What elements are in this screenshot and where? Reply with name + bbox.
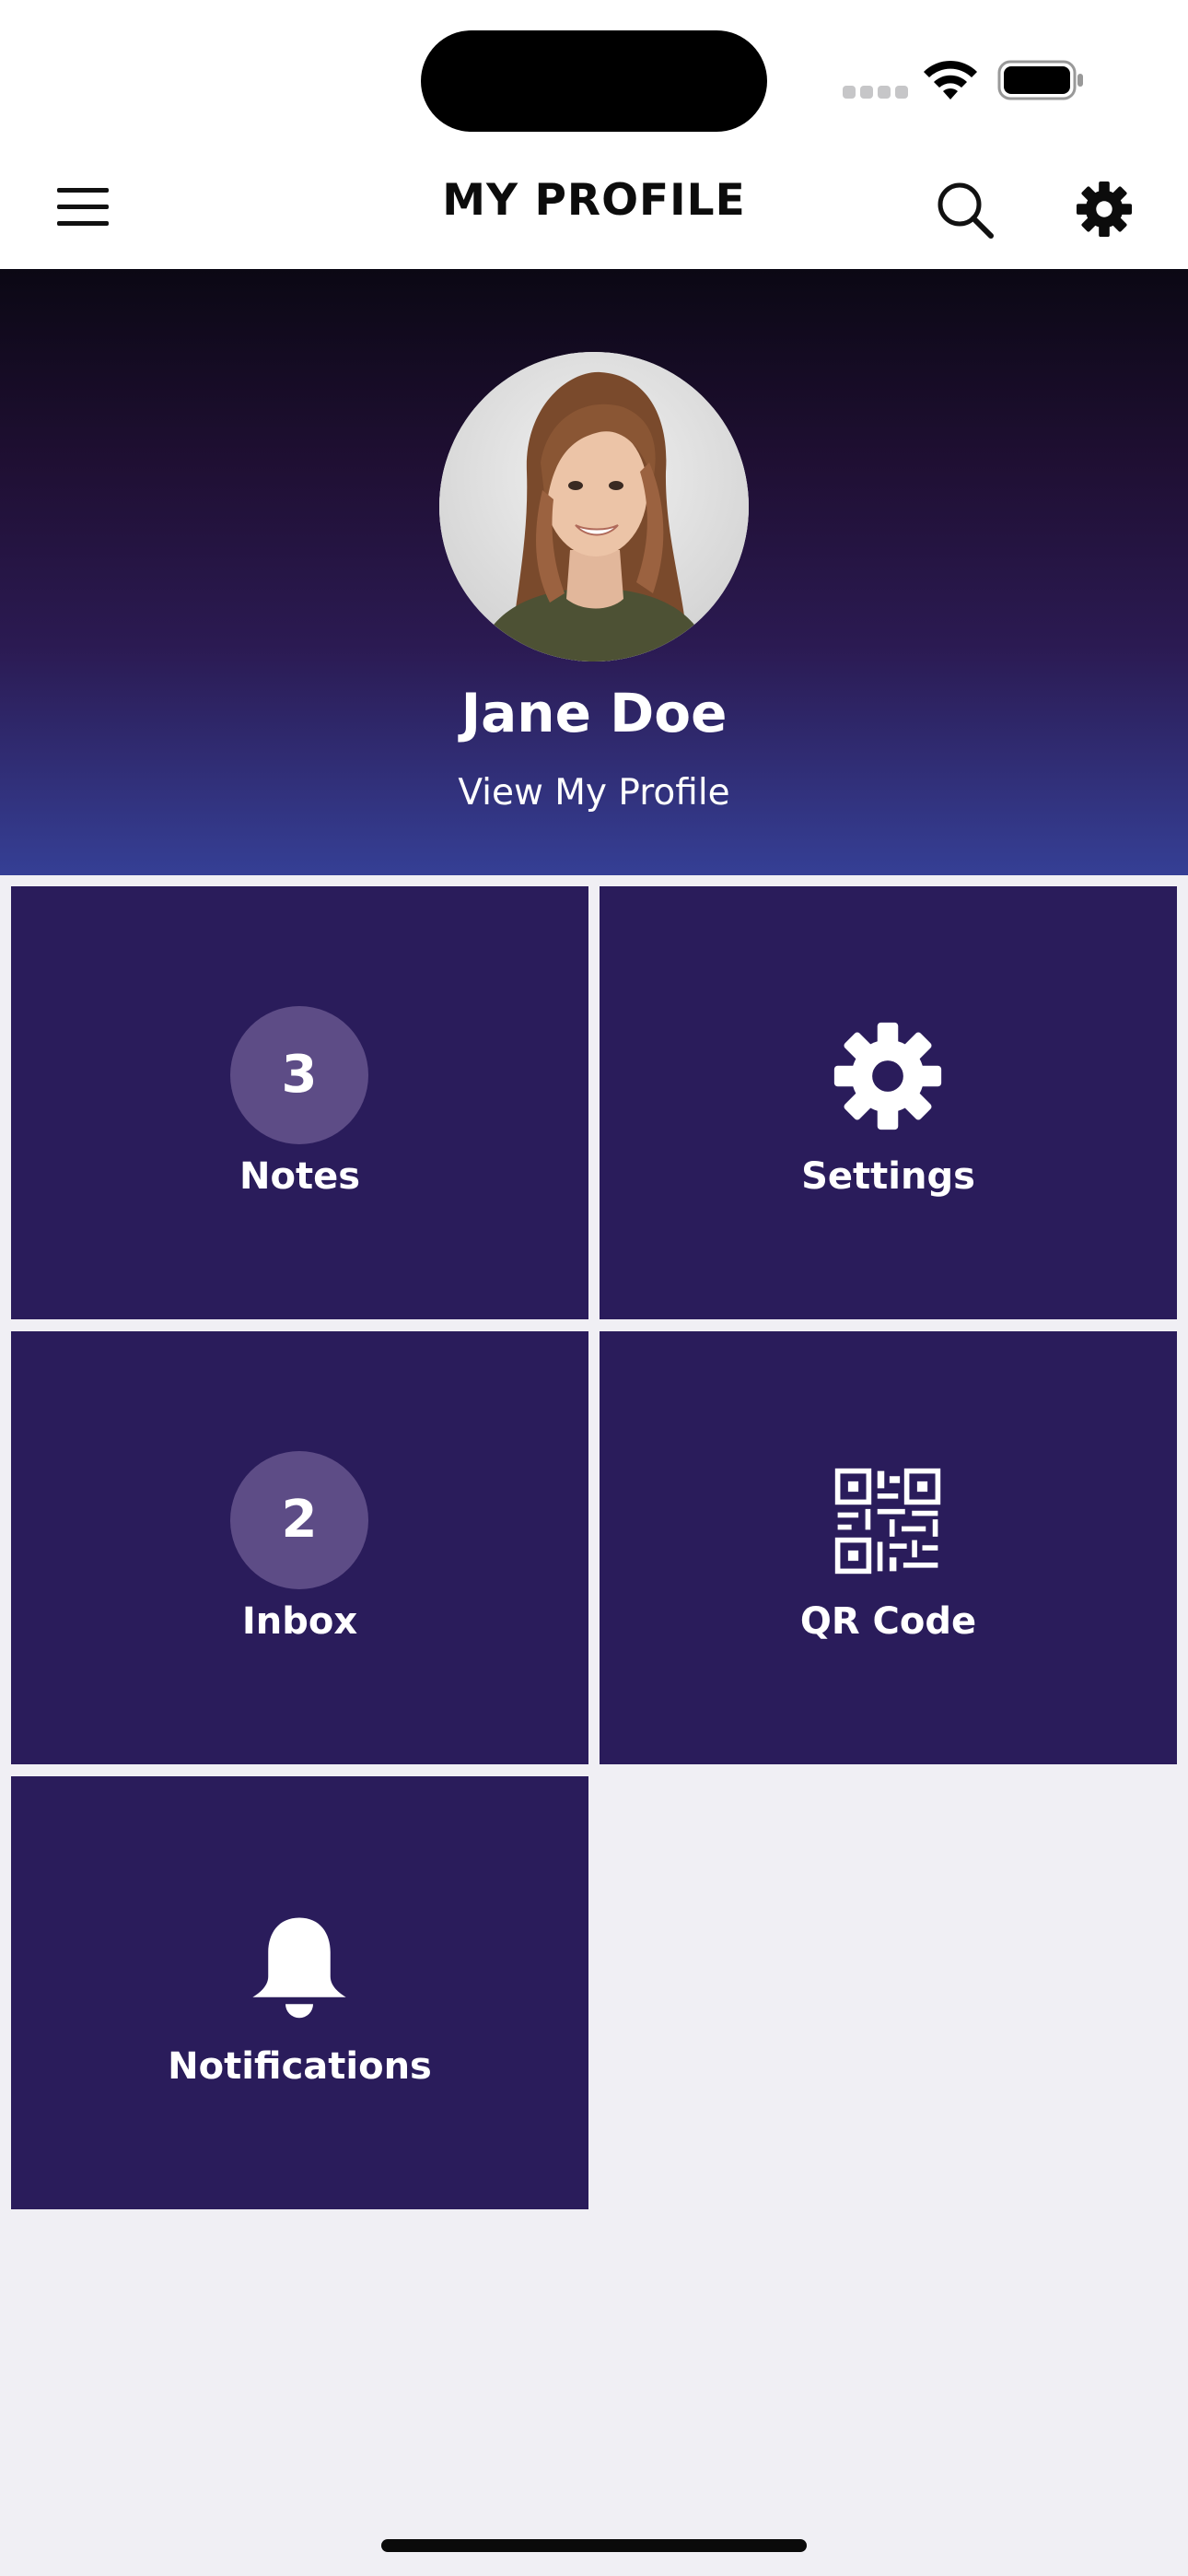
profile-avatar[interactable] (439, 352, 749, 662)
tile-notifications[interactable]: Notifications (11, 1776, 588, 2209)
top-nav-bar: MY PROFILE (0, 147, 1188, 269)
profile-header: Jane Doe View My Profile (0, 269, 1188, 875)
tile-label-qr-code: QR Code (799, 1600, 977, 1643)
tile-qr-code[interactable]: QR Code (600, 1331, 1177, 1764)
status-bar (0, 0, 1188, 147)
tile-label-inbox: Inbox (241, 1600, 358, 1643)
avatar-photo (439, 352, 749, 662)
profile-name: Jane Doe (460, 682, 728, 744)
tile-label-settings: Settings (801, 1155, 975, 1198)
battery-icon (997, 60, 1083, 100)
dynamic-island (421, 30, 767, 132)
bell-icon (252, 1917, 346, 2019)
home-indicator[interactable] (381, 2539, 807, 2552)
notes-count-badge: 3 (230, 1006, 368, 1144)
cellular-signal-icon (843, 86, 908, 99)
tile-notes[interactable]: 3 Notes (11, 886, 588, 1319)
inbox-count-badge: 2 (230, 1451, 368, 1589)
page-title: MY PROFILE (442, 175, 746, 226)
tile-label-notes: Notes (239, 1155, 360, 1198)
wifi-icon (924, 60, 977, 100)
tile-settings[interactable]: Settings (600, 886, 1177, 1319)
gear-icon (833, 1022, 942, 1130)
search-icon[interactable] (936, 181, 995, 240)
tile-inbox[interactable]: 2 Inbox (11, 1331, 588, 1764)
tile-label-notifications: Notifications (168, 2045, 432, 2088)
view-profile-link[interactable]: View My Profile (0, 772, 1188, 814)
qr-code-icon (834, 1468, 941, 1575)
gear-icon[interactable] (1076, 181, 1133, 238)
menu-icon[interactable] (57, 184, 109, 230)
